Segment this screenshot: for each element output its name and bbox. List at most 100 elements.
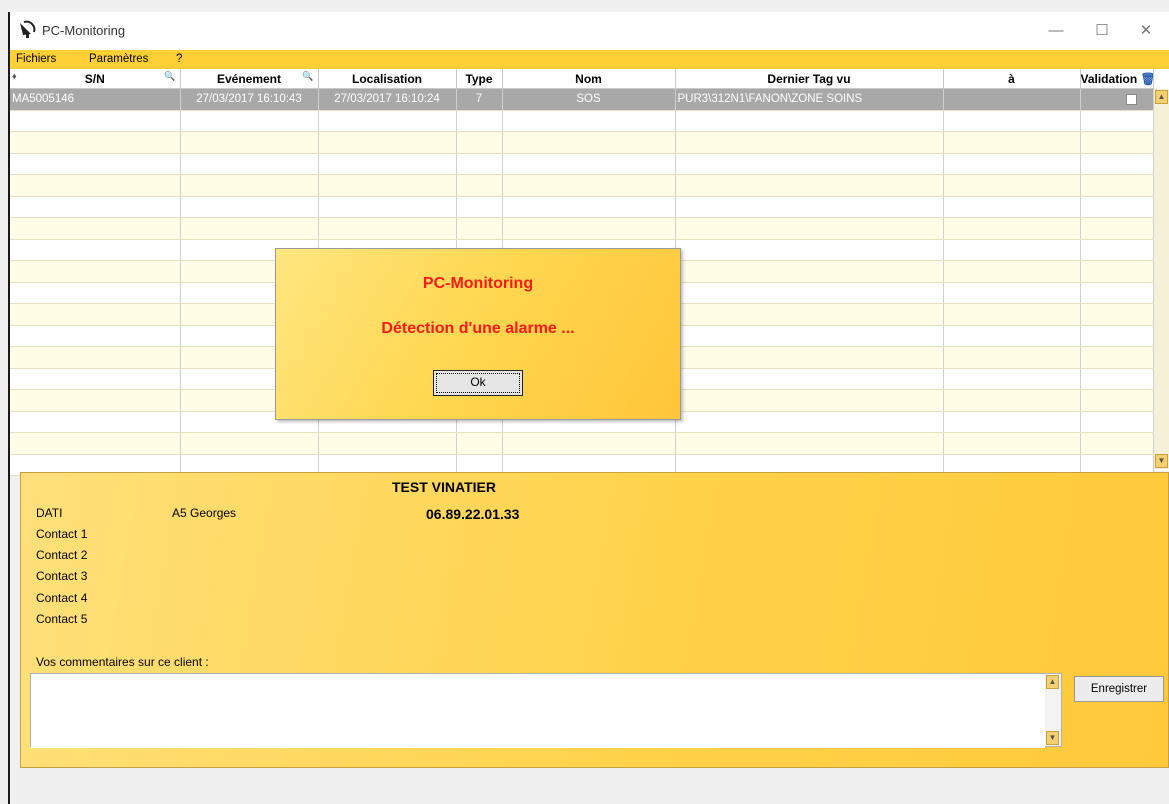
scroll-up-icon[interactable]: ▲	[1155, 90, 1168, 104]
table-cell	[943, 368, 1081, 390]
table-cell	[943, 260, 1081, 283]
table-cell	[10, 282, 181, 304]
table-cell	[675, 131, 944, 154]
table-cell	[943, 153, 1081, 175]
search-icon[interactable]: 🔍	[164, 71, 175, 82]
table-row[interactable]	[10, 174, 1154, 197]
table-cell	[943, 110, 1081, 132]
comments-box: ▲ ▼	[30, 673, 1062, 748]
table-cell	[10, 346, 181, 369]
dialog-message: Détection d'une alarme ...	[381, 320, 575, 337]
table-cell	[456, 432, 503, 455]
minimize-button[interactable]: —	[1033, 12, 1079, 50]
window-title: PC-Monitoring	[42, 23, 126, 38]
table-cell	[502, 153, 676, 175]
grid-scrollbar[interactable]: ▲ ▼	[1154, 89, 1169, 469]
table-cell	[180, 432, 319, 455]
table-cell	[502, 110, 676, 132]
column-header-a[interactable]: à	[943, 69, 1081, 89]
table-cell	[675, 346, 944, 369]
table-cell	[10, 368, 181, 390]
title-bar[interactable]: PC-Monitoring — ☐ ✕	[10, 12, 1169, 50]
column-header-dernier-tag[interactable]: Dernier Tag vu	[675, 69, 944, 89]
table-cell	[318, 153, 457, 175]
alarm-dialog: PC-Monitoring Détection d'une alarme ...…	[275, 248, 681, 420]
table-cell	[1080, 174, 1154, 197]
table-row[interactable]	[10, 131, 1154, 154]
table-row[interactable]	[10, 110, 1154, 132]
cell-nom: SOS	[502, 88, 676, 111]
table-cell	[180, 131, 319, 154]
table-cell	[10, 411, 181, 433]
menu-bar: Fichiers Paramètres ?	[10, 50, 1169, 69]
table-row[interactable]	[10, 196, 1154, 218]
table-cell	[318, 217, 457, 240]
trash-icon[interactable]: 🗑	[1141, 72, 1152, 86]
table-cell	[502, 432, 676, 455]
contact-2-label: Contact 2	[36, 548, 88, 562]
dati-label: DATI	[36, 506, 63, 520]
cell-localisation: 27/03/2017 16:10:24	[318, 88, 457, 111]
table-cell	[456, 217, 503, 240]
table-cell	[456, 110, 503, 132]
table-cell	[943, 411, 1081, 433]
table-cell	[10, 432, 181, 455]
table-cell	[10, 389, 181, 412]
close-button[interactable]: ✕	[1123, 12, 1169, 50]
column-header-evenement[interactable]: Evénement 🔍	[180, 69, 319, 89]
maximize-button[interactable]: ☐	[1079, 12, 1125, 50]
comments-input[interactable]	[31, 674, 1045, 748]
column-header-localisation[interactable]: Localisation	[318, 69, 457, 89]
table-cell	[675, 196, 944, 218]
table-row[interactable]	[10, 217, 1154, 240]
validation-checkbox[interactable]	[1125, 93, 1137, 105]
scroll-down-icon[interactable]: ▼	[1155, 454, 1168, 468]
table-row[interactable]	[10, 432, 1154, 455]
table-cell	[318, 432, 457, 455]
comments-scrollbar[interactable]: ▲ ▼	[1045, 674, 1061, 746]
table-cell	[675, 282, 944, 304]
table-row[interactable]	[10, 153, 1154, 175]
table-cell	[943, 239, 1081, 261]
column-header-validation[interactable]: Validation 🗑	[1080, 69, 1154, 89]
save-button[interactable]: Enregistrer	[1074, 676, 1164, 702]
contact-1-label: Contact 1	[36, 527, 88, 541]
table-cell	[675, 110, 944, 132]
cell-a	[943, 88, 1081, 111]
table-cell	[943, 196, 1081, 218]
table-cell	[1080, 432, 1154, 455]
ok-button[interactable]: Ok	[433, 370, 523, 396]
scroll-down-icon[interactable]: ▼	[1046, 731, 1059, 745]
menu-fichiers[interactable]: Fichiers	[16, 53, 56, 65]
table-cell	[10, 196, 181, 218]
table-cell	[10, 260, 181, 283]
table-cell	[675, 153, 944, 175]
table-cell	[943, 174, 1081, 197]
scroll-up-icon[interactable]: ▲	[1046, 675, 1059, 689]
column-header-sn[interactable]: ♦ S/N 🔍	[10, 69, 181, 89]
table-cell	[1080, 239, 1154, 261]
focus-ring	[436, 373, 520, 393]
table-cell	[943, 282, 1081, 304]
table-cell	[943, 217, 1081, 240]
table-cell	[1080, 260, 1154, 283]
search-icon[interactable]: 🔍	[302, 71, 313, 82]
table-cell	[318, 174, 457, 197]
table-cell	[318, 110, 457, 132]
table-cell	[502, 174, 676, 197]
table-cell	[943, 303, 1081, 326]
column-header-nom[interactable]: Nom	[502, 69, 676, 89]
column-header-type[interactable]: Type	[456, 69, 503, 89]
table-cell	[1080, 282, 1154, 304]
table-cell	[10, 217, 181, 240]
table-cell	[675, 325, 944, 347]
table-cell	[180, 217, 319, 240]
table-cell	[675, 303, 944, 326]
table-cell	[1080, 346, 1154, 369]
table-cell	[318, 131, 457, 154]
table-row[interactable]: MA5005146 27/03/2017 16:10:43 27/03/2017…	[10, 88, 1154, 111]
table-cell	[180, 153, 319, 175]
menu-parametres[interactable]: Paramètres	[89, 53, 148, 65]
table-cell	[10, 153, 181, 175]
menu-help[interactable]: ?	[176, 53, 182, 65]
